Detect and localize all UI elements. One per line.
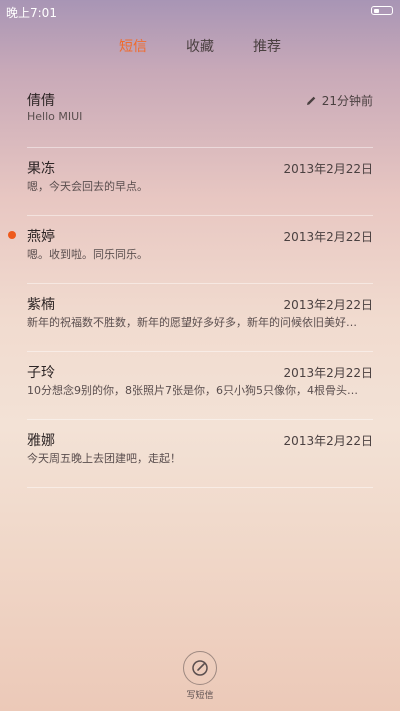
message-snippet: 10分想念9别的你，8张照片7张是你，6只小狗5只像你，4根骨头… [27,384,358,397]
message-time: 2013年2月22日 [284,364,373,381]
compose-button[interactable]: 写短信 [183,651,217,701]
message-item[interactable]: 燕婷 2013年2月22日 嗯。收到啦。同乐同乐。 [8,216,373,284]
contact-name: 紫楠 [27,297,55,313]
message-list: 倩倩 21分钟前 Hello MIUI 果冻 2013年2月22日 嗯，今天会回… [0,80,400,488]
unread-dot [8,231,16,239]
message-item[interactable]: 倩倩 21分钟前 Hello MIUI [27,80,373,148]
tab-recommended[interactable]: 推荐 [253,36,281,56]
tab-messages[interactable]: 短信 [119,36,147,56]
message-item[interactable]: 果冻 2013年2月22日 嗯，今天会回去的早点。 [27,148,373,216]
battery-fill [373,8,379,13]
battery-icon [371,6,393,15]
message-item[interactable]: 雅娜 2013年2月22日 今天周五晚上去团建吧，走起！ [27,420,373,488]
message-snippet: Hello MIUI [27,110,83,123]
compose-label: 写短信 [186,691,214,701]
status-bar: 晚上7:01 [0,0,400,22]
message-time-text: 2013年2月22日 [283,162,373,176]
message-item[interactable]: 子玲 2013年2月22日 10分想念9别的你，8张照片7张是你，6只小狗5只像… [27,352,373,420]
divider [27,487,373,488]
pencil-icon [306,96,316,105]
message-time: 21分钟前 [305,92,373,109]
message-time-text: 21分钟前 [321,94,373,108]
message-time: 2013年2月22日 [284,160,373,177]
contact-name: 倩倩 [27,93,55,109]
tab-favorites[interactable]: 收藏 [186,36,214,56]
message-time-text: 2013年2月22日 [283,230,373,244]
compose-icon [183,651,217,685]
status-time: 晚上7:01 [6,6,57,20]
message-time-text: 2013年2月22日 [283,434,373,448]
contact-name: 燕婷 [27,229,55,245]
message-time-text: 2013年2月22日 [283,298,373,312]
message-item[interactable]: 紫楠 2013年2月22日 新年的祝福数不胜数，新年的愿望好多好多，新年的问候依… [27,284,373,352]
message-snippet: 今天周五晚上去团建吧，走起！ [27,452,181,465]
message-time: 2013年2月22日 [284,432,373,449]
message-time: 2013年2月22日 [284,228,373,245]
contact-name: 子玲 [27,365,55,381]
message-snippet: 嗯，今天会回去的早点。 [27,180,148,193]
message-snippet: 新年的祝福数不胜数，新年的愿望好多好多，新年的问候依旧美好… [27,316,357,329]
contact-name: 雅娜 [27,433,55,449]
message-time: 2013年2月22日 [284,296,373,313]
tab-bar: 短信 收藏 推荐 [0,36,400,60]
message-snippet: 嗯。收到啦。同乐同乐。 [27,248,148,261]
message-time-text: 2013年2月22日 [283,366,373,380]
contact-name: 果冻 [27,161,55,177]
